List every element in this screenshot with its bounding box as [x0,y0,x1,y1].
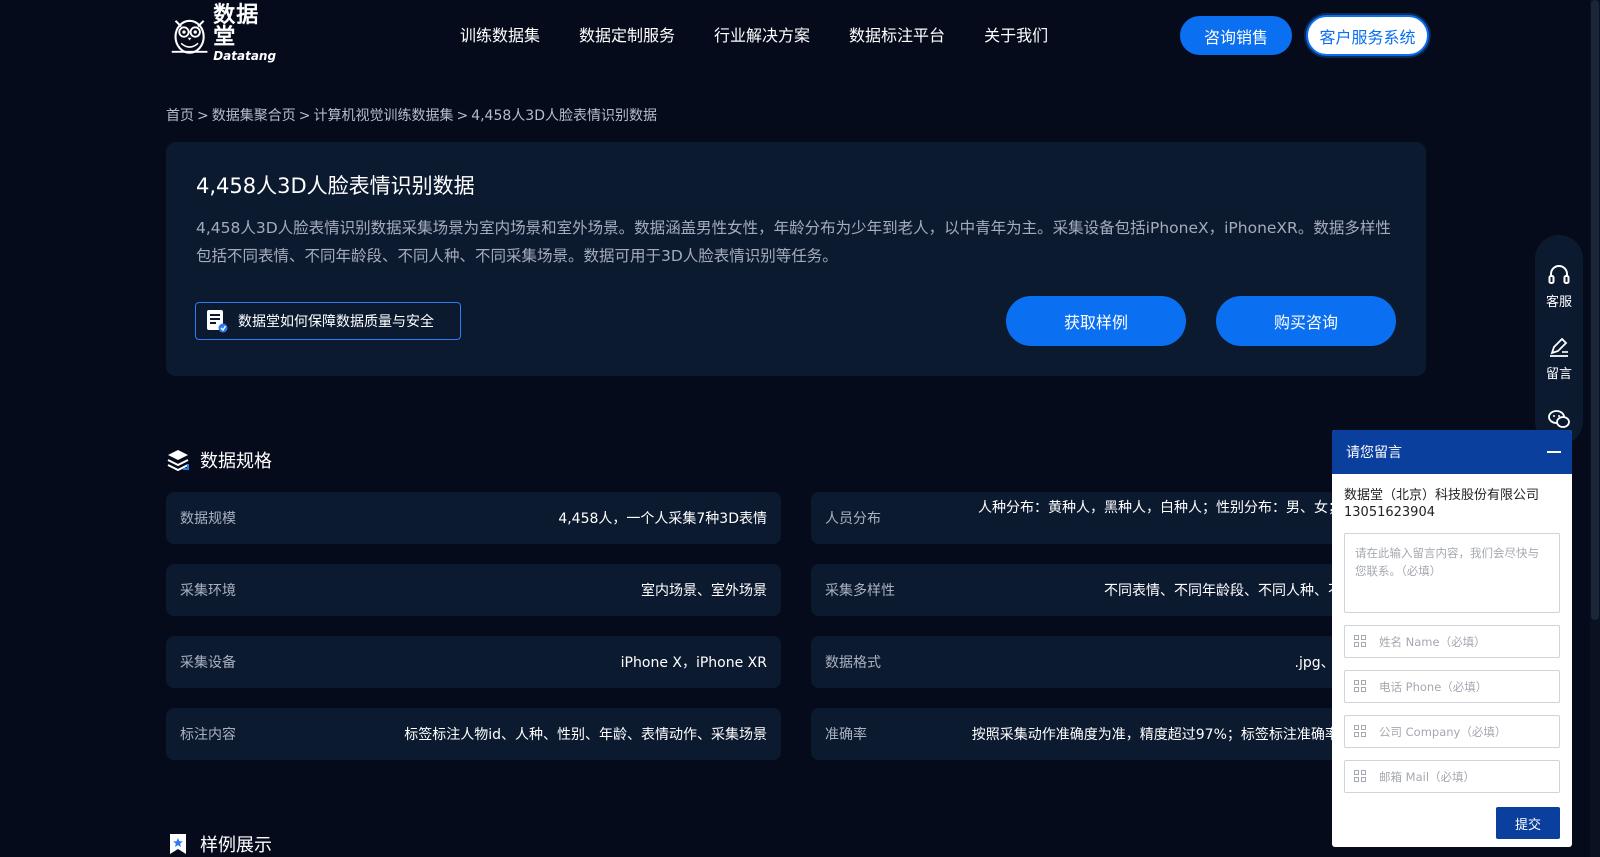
brand-name-en: Datatang [213,48,277,63]
breadcrumb: 首页 > 数据集聚合页 > 计算机视觉训练数据集 >4,458人3D人脸表情识别数据 [166,105,657,125]
spec-label: 数据格式 [825,655,881,671]
logo[interactable]: 数据堂 Datatang [168,4,278,62]
side-item-service[interactable]: 客服 [1535,263,1583,310]
spec-value: 4,458人，一个人采集7种3D表情 [558,511,767,527]
phone-field-wrap [1344,670,1560,703]
message-panel-title: 请您留言 [1346,445,1402,461]
message-content-input[interactable] [1344,533,1560,613]
quality-security-button[interactable]: 数据堂如何保障数据质量与安全 [195,302,461,340]
submit-message-button[interactable]: 提交 [1496,807,1560,839]
owl-icon [171,19,208,54]
grid-icon [1354,725,1366,737]
nav-item-about[interactable]: 关于我们 [984,22,1048,46]
nav-item-datasets[interactable]: 训练数据集 [460,22,540,46]
mail-input[interactable] [1344,760,1560,793]
logo-text: 数据堂 Datatang [213,2,278,63]
main-nav: 训练数据集 数据定制服务 行业解决方案 数据标注平台 关于我们 [460,22,1087,46]
leave-message-panel: 请您留言 数据堂（北京）科技股份有限公司 13051623904 [1332,430,1572,847]
sample-title: 样例展示 [200,835,272,856]
spec-row-environment: 采集环境 室内场景、室外场景 [166,564,781,616]
wechat-icon [1548,410,1570,428]
customer-service-button[interactable]: 客户服务系统 [1306,15,1429,56]
spec-label: 采集环境 [180,583,236,599]
quality-security-label: 数据堂如何保障数据质量与安全 [238,314,434,330]
brand-name-cn: 数据堂 [213,2,260,50]
spec-label: 采集设备 [180,655,236,671]
side-item-wechat[interactable] [1535,407,1583,431]
spec-section-title: 数据规格 [166,447,272,473]
nav-item-solutions[interactable]: 行业解决方案 [714,22,810,46]
breadcrumb-current: 4,458人3D人脸表情识别数据 [471,108,657,124]
spec-title: 数据规格 [200,451,272,472]
company-input[interactable] [1344,715,1560,748]
message-panel-header: 请您留言 [1332,430,1572,474]
layers-icon [167,450,189,472]
dataset-hero-card: 4,458人3D人脸表情识别数据 4,458人3D人脸表情识别数据采集场景为室内… [166,142,1426,376]
spec-value: 室内场景、室外场景 [641,583,767,599]
grid-icon [1354,635,1366,647]
name-field-wrap [1344,625,1560,658]
name-input[interactable] [1344,625,1560,658]
pen-icon [1550,337,1568,357]
nav-item-annotation-platform[interactable]: 数据标注平台 [849,22,945,46]
page: 数据堂 Datatang 训练数据集 数据定制服务 行业解决方案 数据标注平台 … [0,0,1600,857]
minimize-icon[interactable] [1546,444,1562,460]
side-toolbar: 客服 留言 [1535,235,1583,445]
spec-label: 准确率 [825,727,867,743]
mail-field-wrap [1344,760,1560,793]
nav-item-custom-service[interactable]: 数据定制服务 [579,22,675,46]
side-label-service: 客服 [1545,295,1572,310]
grid-icon [1354,770,1366,782]
phone-input[interactable] [1344,670,1560,703]
headset-icon [1548,265,1570,284]
purchase-consult-button[interactable]: 购买咨询 [1216,296,1396,346]
bookmark-star-icon [170,834,186,854]
spec-row-device: 采集设备 iPhone X，iPhone XR [166,636,781,688]
spec-value: 标签标注人物id、人种、性别、年龄、表情动作、采集场景 [404,727,767,743]
spec-value: iPhone X，iPhone XR [620,655,767,671]
breadcrumb-cv[interactable]: 计算机视觉训练数据集 [313,108,453,124]
spec-label: 数据规模 [180,511,236,527]
get-sample-button[interactable]: 获取样例 [1006,296,1186,346]
side-item-message[interactable]: 留言 [1535,335,1583,382]
document-shield-icon [207,310,228,333]
breadcrumb-aggregate[interactable]: 数据集聚合页 [212,108,296,124]
spec-label: 人员分布 [825,511,881,527]
side-label-message: 留言 [1545,367,1572,382]
grid-icon [1354,680,1366,692]
breadcrumb-separator: > [456,108,469,124]
dataset-description: 4,458人3D人脸表情识别数据采集场景为室内场景和室外场景。数据涵盖男性女性，… [196,219,1391,265]
sample-section-title: 样例展示 [166,831,272,857]
spec-label: 标注内容 [180,727,236,743]
spec-row-scale: 数据规模 4,458人，一个人采集7种3D表情 [166,492,781,544]
spec-label: 采集多样性 [825,583,895,599]
breadcrumb-home[interactable]: 首页 [166,108,194,124]
company-field-wrap [1344,715,1560,748]
breadcrumb-separator: > [298,108,311,124]
company-contact: 数据堂（北京）科技股份有限公司 13051623904 [1344,488,1540,520]
consult-sales-button[interactable]: 咨询销售 [1180,16,1292,55]
site-header: 数据堂 Datatang 训练数据集 数据定制服务 行业解决方案 数据标注平台 … [0,0,1600,70]
scrollbar-thumb[interactable] [1591,0,1599,620]
spec-row-annotation: 标注内容 标签标注人物id、人种、性别、年龄、表情动作、采集场景 [166,708,781,760]
page-title: 4,458人3D人脸表情识别数据 [196,174,475,198]
breadcrumb-separator: > [197,108,209,124]
